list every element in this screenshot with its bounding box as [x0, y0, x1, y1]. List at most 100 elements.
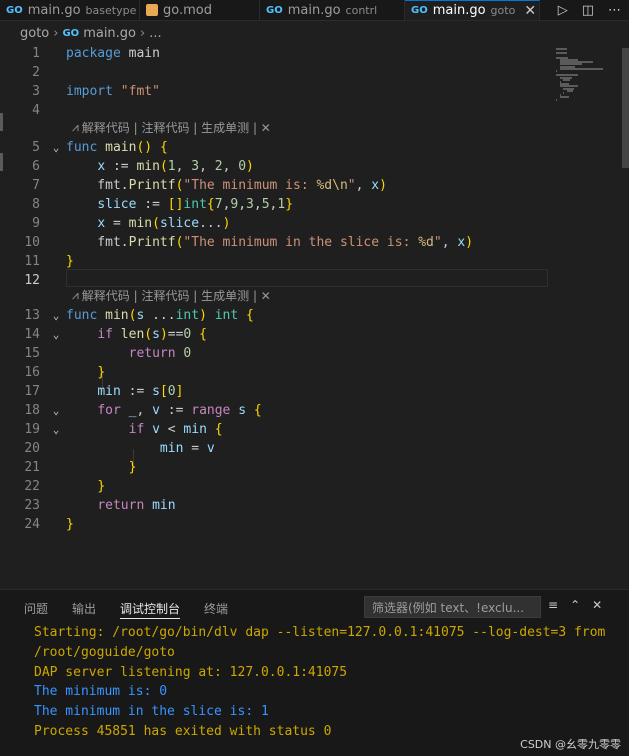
console-line: Starting: /root/go/bin/dlv dap --listen=… [34, 625, 606, 660]
code-line[interactable]: 8 slice := []int{7,9,3,5,1} [0, 195, 548, 214]
line-number: 17 [24, 384, 40, 399]
line-number: 12 [24, 273, 40, 288]
code-line[interactable]: 17 min := s[0] [0, 382, 548, 401]
go-mod-icon [146, 4, 158, 16]
tab-main-go-basetype[interactable]: GO main.go basetype [0, 0, 140, 20]
tab-description: goto [490, 4, 516, 17]
code-text: if v < min { [128, 422, 223, 437]
line-number: 5 [32, 140, 40, 155]
tab-description: basetype [85, 3, 137, 17]
code-line[interactable]: 20 min = v [0, 439, 548, 458]
line-number: 8 [32, 197, 40, 212]
breadcrumb-symbol[interactable]: ... [149, 26, 161, 41]
code-line[interactable]: 14 ⌄ if len(s)==0 { [0, 325, 548, 344]
tab-debug-console[interactable]: 调试控制台 [120, 598, 181, 619]
editor-scrollbar[interactable] [622, 48, 629, 168]
code-line[interactable]: 3 import "fmt" [0, 82, 548, 101]
run-icon[interactable]: ▷ [558, 3, 568, 18]
code-line[interactable]: 15 return 0 [0, 344, 548, 363]
line-number: 15 [24, 346, 40, 361]
clear-console-icon[interactable]: ≡ [548, 598, 558, 612]
tab-terminal[interactable]: 终端 [204, 598, 228, 618]
code-line[interactable]: 18 ⌄ for _, v := range s { [0, 401, 548, 420]
line-number: 6 [32, 159, 40, 174]
tab-main-go-contrl[interactable]: GO main.go contrl [260, 0, 405, 20]
code-line[interactable]: 11} [0, 252, 548, 271]
fold-chevron-icon[interactable]: ⌄ [46, 404, 66, 417]
line-number: 19 [24, 422, 40, 437]
code-line[interactable]: 6 x := min(1, 3, 2, 0) [0, 157, 548, 176]
tab-problems[interactable]: 问题 [24, 598, 48, 618]
minimap-line [559, 96, 569, 99]
tab-description: contrl [345, 3, 378, 17]
code-line[interactable]: 22 } [0, 477, 548, 496]
breadcrumb-separator: › [140, 25, 146, 41]
console-line: The minimum is: 0 [34, 684, 168, 700]
line-number: 2 [32, 65, 40, 80]
fold-chevron-icon[interactable]: ⌄ [46, 328, 66, 341]
codelens-actions[interactable]: 解释代码 | 注释代码 | 生成单测 | ✕ [82, 119, 271, 136]
minimap[interactable] [550, 44, 614, 588]
panel-actions: ≡ ⌃ ✕ [548, 598, 602, 612]
gutter-marker [0, 153, 3, 171]
go-file-icon: GO [266, 4, 283, 16]
code-line[interactable]: 4 [0, 101, 548, 120]
collapse-panel-icon[interactable]: ⌃ [570, 598, 580, 612]
code-line[interactable]: 13 ⌄ func min(s ...int) int { [0, 306, 548, 325]
tab-go-mod[interactable]: go.mod [140, 0, 260, 20]
split-editor-icon[interactable]: ◫ [582, 3, 594, 18]
code-line[interactable]: 1 package main [0, 44, 548, 63]
tab-output[interactable]: 输出 [72, 598, 96, 618]
line-number: 13 [24, 308, 40, 323]
go-file-icon: GO [6, 4, 23, 16]
console-line: DAP server listening at: 127.0.0.1:41075 [34, 664, 348, 680]
code-text: } [128, 460, 137, 475]
breadcrumb-folder[interactable]: goto [20, 26, 49, 41]
tab-main-go-goto[interactable]: GO main.go goto ✕ [405, 0, 540, 20]
fold-chevron-icon[interactable]: ⌄ [46, 141, 66, 154]
close-icon[interactable]: ✕ [524, 3, 536, 19]
codelens-icon: ⩘ [72, 119, 79, 134]
code-line[interactable]: 23 return min [0, 496, 548, 515]
go-file-icon: GO [62, 27, 80, 39]
code-line[interactable]: 9 x = min(slice...) [0, 214, 548, 233]
code-editor[interactable]: ⩘ 解释代码 | 注释代码 | 生成单测 | ✕ ⩘ 解释代码 | 注释代码 |… [0, 44, 629, 588]
fold-chevron-icon[interactable]: ⌄ [46, 309, 66, 322]
code-text: func min(s ...int) int { [66, 308, 254, 323]
code-text: min := s[0] [97, 384, 184, 399]
bottom-panel: 问题 输出 调试控制台 终端 筛选器(例如 text、!exclu... ≡ ⌃… [0, 589, 629, 756]
code-text: for _, v := range s { [97, 403, 262, 418]
breadcrumb-separator: › [53, 25, 59, 41]
more-icon[interactable]: ⋯ [608, 3, 621, 18]
minimap-line [563, 92, 565, 94]
editor-tab-bar: GO main.go basetype go.mod GO main.go co… [0, 0, 629, 21]
editor-actions: ▷ ◫ ⋯ [549, 0, 629, 20]
breadcrumb-file[interactable]: main.go [83, 26, 136, 41]
minimap-line [566, 89, 574, 92]
code-line[interactable]: 7 fmt.Printf("The minimum is: %d\n", x) [0, 176, 548, 195]
line-number: 16 [24, 365, 40, 380]
code-line[interactable]: 21 } [0, 458, 548, 477]
minimap-line [556, 48, 567, 50]
code-line[interactable]: 5 ⌄ func main() { [0, 138, 548, 157]
line-number: 1 [32, 46, 40, 61]
console-filter-input[interactable]: 筛选器(例如 text、!exclu... [364, 596, 541, 618]
console-line: The minimum in the slice is: 1 [34, 704, 269, 720]
panel-tabs: 问题 输出 调试控制台 终端 [24, 598, 228, 619]
code-line[interactable]: 24} [0, 515, 548, 534]
code-line[interactable]: 10 fmt.Printf("The minimum in the slice … [0, 233, 548, 252]
fold-chevron-icon[interactable]: ⌄ [46, 423, 66, 436]
code-line[interactable]: 12 [0, 271, 548, 290]
line-number: 10 [24, 235, 40, 250]
line-number: 23 [24, 498, 40, 513]
close-icon[interactable]: ✕ [592, 598, 602, 612]
code-text: return min [97, 498, 176, 513]
line-number: 7 [32, 178, 40, 193]
code-text: func main() { [66, 140, 168, 155]
codelens[interactable]: ⩘ 解释代码 | 注释代码 | 生成单测 | ✕ [72, 118, 271, 136]
code-text: min = v [159, 441, 215, 456]
code-line[interactable]: 2 [0, 63, 548, 82]
line-number: 18 [24, 403, 40, 418]
code-line[interactable]: 19 ⌄ if v < min { [0, 420, 548, 439]
code-line[interactable]: 16 } [0, 363, 548, 382]
